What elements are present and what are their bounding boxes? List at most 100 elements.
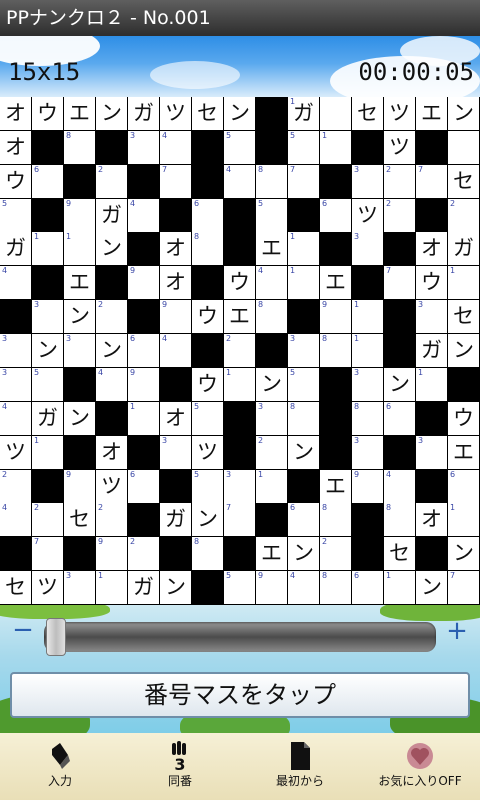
grid-cell[interactable]: ツ <box>384 130 416 165</box>
grid-cell[interactable]: 1 <box>32 232 64 267</box>
grid-cell[interactable]: 4 <box>128 198 160 233</box>
grid-cell[interactable]: ン <box>448 537 480 572</box>
grid-cell[interactable]: エ <box>416 97 448 131</box>
favorite-toggle-button[interactable]: お気に入りOFF <box>360 733 480 800</box>
grid-cell[interactable]: 1 <box>128 401 160 436</box>
grid-cell[interactable]: ン <box>448 334 480 369</box>
grid-cell[interactable]: 6 <box>192 198 224 233</box>
grid-cell[interactable]: 1 <box>352 300 384 335</box>
grid-cell[interactable]: 2 <box>32 503 64 538</box>
grid-cell[interactable]: 9 <box>96 537 128 572</box>
grid-cell[interactable]: オ <box>0 97 32 131</box>
grid-cell[interactable]: 3 <box>352 232 384 267</box>
grid-cell[interactable]: 3 <box>224 469 256 504</box>
grid-cell[interactable]: 1 <box>96 571 128 606</box>
grid-cell[interactable]: セ <box>192 97 224 131</box>
grid-cell[interactable]: 3 <box>64 571 96 606</box>
grid-cell[interactable]: 1 <box>448 266 480 301</box>
grid-cell[interactable]: 5 <box>256 198 288 233</box>
grid-cell[interactable]: 4 <box>224 164 256 199</box>
grid-cell[interactable]: 7 <box>160 164 192 199</box>
grid-cell[interactable]: エ <box>256 537 288 572</box>
grid-cell[interactable]: 4 <box>256 266 288 301</box>
zoom-in-button[interactable]: + <box>444 618 470 644</box>
grid-cell[interactable]: 1 <box>32 435 64 470</box>
grid-cell[interactable]: ツ <box>0 435 32 470</box>
grid-cell[interactable]: オ <box>160 232 192 267</box>
grid-cell[interactable]: 8 <box>320 334 352 369</box>
grid-cell[interactable]: 6 <box>384 401 416 436</box>
grid-cell[interactable]: エ <box>448 435 480 470</box>
grid-cell[interactable]: ツ <box>32 571 64 606</box>
grid-cell[interactable]: 9 <box>160 300 192 335</box>
grid-cell[interactable]: 4 <box>0 503 32 538</box>
grid-cell[interactable]: 8 <box>288 401 320 436</box>
grid-cell[interactable]: 3 <box>160 435 192 470</box>
grid-cell[interactable]: 5 <box>288 367 320 402</box>
grid-cell[interactable]: 8 <box>64 130 96 165</box>
grid-cell[interactable]: 2 <box>96 503 128 538</box>
grid-cell[interactable]: 8 <box>192 537 224 572</box>
grid-cell[interactable]: 2 <box>448 198 480 233</box>
grid-cell[interactable]: 8 <box>320 503 352 538</box>
grid-cell[interactable]: ウ <box>224 266 256 301</box>
grid-cell[interactable]: エ <box>320 469 352 504</box>
grid-cell[interactable]: エ <box>320 266 352 301</box>
grid-cell[interactable]: 2 <box>256 435 288 470</box>
grid-cell[interactable]: 6 <box>352 571 384 606</box>
grid-cell[interactable]: 1 <box>448 503 480 538</box>
grid-cell[interactable]: 2 <box>128 537 160 572</box>
grid-cell[interactable]: 4 <box>0 401 32 436</box>
grid-cell[interactable] <box>448 130 480 165</box>
grid-cell[interactable]: ガ <box>448 232 480 267</box>
grid-cell[interactable]: 6 <box>32 164 64 199</box>
grid-cell[interactable]: 8 <box>256 300 288 335</box>
restart-button[interactable]: 最初から <box>240 733 360 800</box>
grid-cell[interactable]: セ <box>384 537 416 572</box>
grid-cell[interactable]: ツ <box>352 198 384 233</box>
grid-cell[interactable]: 5 <box>224 571 256 606</box>
grid-cell[interactable]: ガ <box>96 198 128 233</box>
grid-cell[interactable]: ガ <box>160 503 192 538</box>
grid-cell[interactable]: 3 <box>288 334 320 369</box>
grid-cell[interactable]: 1 <box>416 367 448 402</box>
grid-cell[interactable]: ツ <box>384 97 416 131</box>
grid-cell[interactable]: オ <box>160 266 192 301</box>
grid-cell[interactable]: 8 <box>384 503 416 538</box>
grid-cell[interactable]: 7 <box>288 164 320 199</box>
grid-cell[interactable]: 2 <box>96 164 128 199</box>
grid-cell[interactable]: 8 <box>192 232 224 267</box>
grid-cell[interactable]: 5 <box>0 198 32 233</box>
grid-cell[interactable]: 5 <box>224 130 256 165</box>
grid-cell[interactable]: 3 <box>352 164 384 199</box>
grid-cell[interactable]: 9 <box>320 300 352 335</box>
grid-cell[interactable]: ガ <box>0 232 32 267</box>
grid-cell[interactable]: 1 <box>352 334 384 369</box>
grid-cell[interactable]: ン <box>192 503 224 538</box>
grid-cell[interactable]: 1 <box>288 232 320 267</box>
grid-cell[interactable]: エ <box>256 232 288 267</box>
grid-cell[interactable]: セ <box>0 571 32 606</box>
grid-cell[interactable]: セ <box>448 300 480 335</box>
grid-cell[interactable]: 2 <box>320 537 352 572</box>
grid-cell[interactable]: 3 <box>64 334 96 369</box>
grid-cell[interactable]: オ <box>0 130 32 165</box>
grid-cell[interactable]: 9 <box>128 266 160 301</box>
grid-cell[interactable]: セ <box>64 503 96 538</box>
grid-cell[interactable]: 4 <box>96 367 128 402</box>
grid-cell[interactable]: 8 <box>320 571 352 606</box>
grid-cell[interactable]: 3 <box>416 300 448 335</box>
zoom-out-button[interactable]: − <box>10 617 36 644</box>
grid-cell[interactable]: 7 <box>32 537 64 572</box>
grid-cell[interactable]: 3 <box>0 367 32 402</box>
grid-cell[interactable]: ン <box>96 97 128 131</box>
grid-cell[interactable]: 4 <box>288 571 320 606</box>
zoom-slider-thumb[interactable] <box>46 618 66 656</box>
grid-cell[interactable]: ン <box>224 97 256 131</box>
grid-cell[interactable]: オ <box>416 503 448 538</box>
grid-cell[interactable]: ン <box>96 232 128 267</box>
grid-cell[interactable]: ン <box>64 300 96 335</box>
grid-cell[interactable]: ウ <box>0 164 32 199</box>
grid-cell[interactable]: オ <box>160 401 192 436</box>
grid-cell[interactable]: ン <box>64 401 96 436</box>
